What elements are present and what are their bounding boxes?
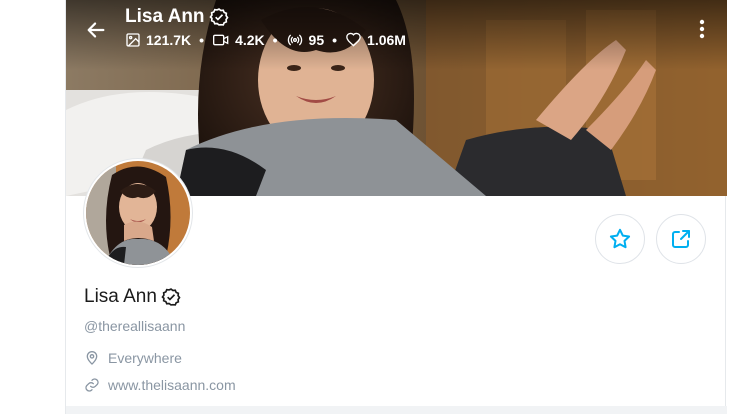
- verified-badge-icon: [161, 288, 181, 306]
- separator-dot: •: [272, 32, 278, 48]
- verified-badge-icon: [208, 8, 229, 26]
- page-background-right: [726, 0, 756, 414]
- photos-count: 121.7K: [146, 32, 192, 48]
- video-camera-icon: [213, 34, 229, 46]
- photos-stat[interactable]: 121.7K: [125, 32, 191, 48]
- avatar[interactable]: [83, 158, 193, 268]
- header-name: Lisa Ann: [125, 6, 205, 27]
- separator-dot: •: [332, 32, 338, 48]
- videos-count: 4.2K: [235, 32, 265, 48]
- more-options-button[interactable]: [692, 16, 712, 42]
- broadcast-icon: [287, 34, 302, 46]
- profile-username: @thereallisaann: [84, 318, 186, 334]
- star-icon: [609, 228, 631, 249]
- back-button[interactable]: [80, 14, 112, 46]
- profile-card: Lisa Ann 121.7K • 4.2K • 95 • 1.06M Lisa…: [65, 0, 727, 414]
- streams-count: 95: [308, 32, 325, 48]
- map-pin-icon: [86, 351, 98, 365]
- share-profile-button[interactable]: [656, 214, 706, 264]
- likes-stat[interactable]: 1.06M: [345, 32, 406, 48]
- streams-stat[interactable]: 95: [286, 32, 325, 48]
- videos-stat[interactable]: 4.2K: [212, 32, 265, 48]
- website-row: www.thelisaann.com: [84, 376, 236, 394]
- more-vertical-icon: [699, 19, 705, 39]
- heart-icon: [346, 32, 361, 47]
- website-link[interactable]: www.thelisaann.com: [108, 376, 236, 394]
- arrow-left-icon: [87, 22, 105, 38]
- section-divider: [66, 406, 727, 414]
- link-icon: [85, 378, 99, 392]
- profile-name-row: Lisa Ann: [84, 285, 181, 309]
- profile-display-name: Lisa Ann: [84, 286, 157, 307]
- page-background-left: [0, 0, 65, 414]
- header-info: Lisa Ann 121.7K • 4.2K • 95 • 1.06M: [125, 6, 406, 48]
- likes-count: 1.06M: [367, 32, 406, 48]
- stats-row: 121.7K • 4.2K • 95 • 1.06M: [125, 32, 406, 48]
- separator-dot: •: [199, 32, 205, 48]
- location-text: Everywhere: [108, 350, 182, 366]
- add-to-favorites-button[interactable]: [595, 214, 645, 264]
- location-row: Everywhere: [84, 349, 182, 367]
- share-icon: [672, 230, 690, 248]
- header-name-row: Lisa Ann: [125, 6, 406, 28]
- image-icon: [126, 33, 140, 47]
